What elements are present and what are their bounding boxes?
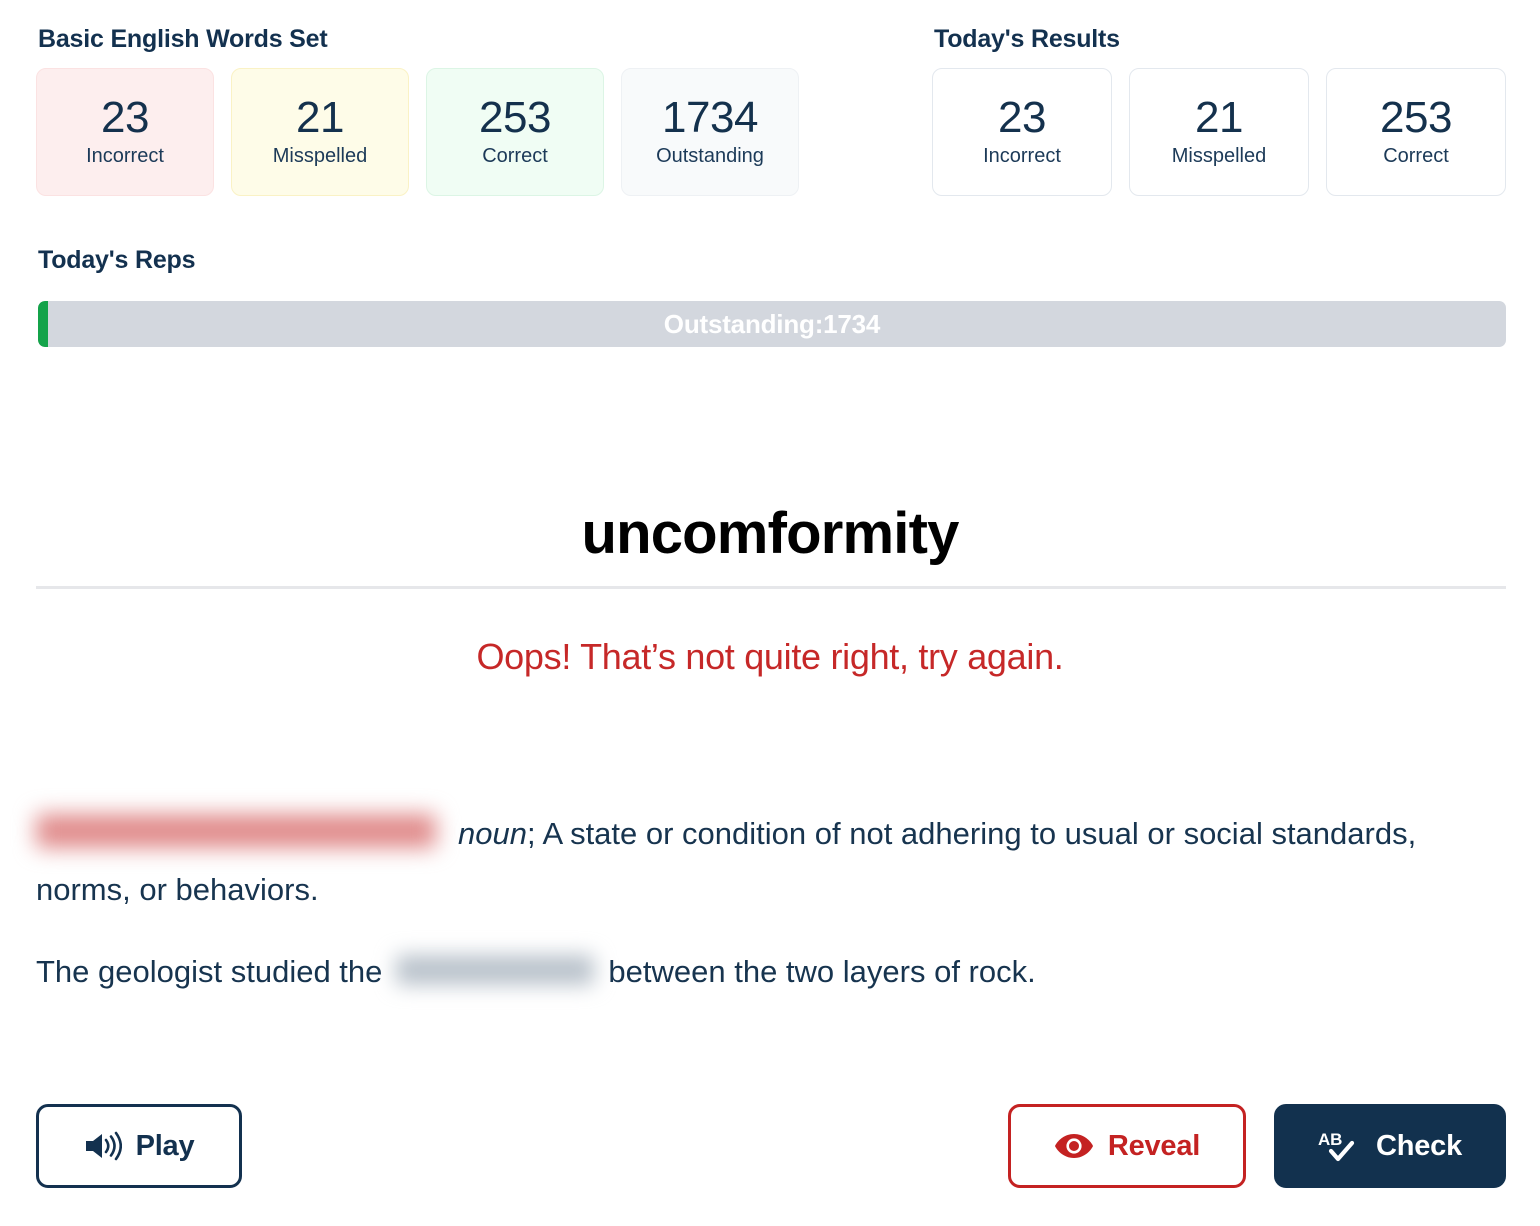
reps-title: Today's Reps — [38, 246, 196, 274]
results-panel-title: Today's Results — [934, 25, 1120, 53]
result-card-misspelled: 21 Misspelled — [1129, 67, 1309, 196]
stat-value: 253 — [1380, 93, 1452, 143]
stat-label: Outstanding — [656, 144, 764, 167]
target-word: uncomformity — [581, 501, 959, 566]
set-panel-title: Basic English Words Set — [38, 25, 328, 53]
stat-value: 253 — [479, 93, 551, 143]
stat-card-outstanding: 1734 Outstanding — [621, 67, 799, 196]
stat-value: 1734 — [662, 93, 758, 143]
stat-card-incorrect: 23 Incorrect — [36, 67, 214, 196]
feedback-message: Oops! That’s not quite right, try again. — [476, 636, 1064, 677]
stat-label: Correct — [482, 144, 548, 167]
check-button[interactable]: AB Check — [1274, 1104, 1506, 1188]
stat-card-misspelled: 21 Misspelled — [231, 67, 409, 196]
set-stats-panel: Basic English Words Set 23 Incorrect 21 … — [36, 25, 799, 196]
reps-progress-label: Outstanding:1734 — [663, 308, 881, 339]
play-button[interactable]: Play — [36, 1104, 242, 1188]
eye-icon — [1054, 1132, 1094, 1160]
results-stat-cards: 23 Incorrect 21 Misspelled 253 Correct — [932, 67, 1506, 196]
today-results-panel: Today's Results 23 Incorrect 21 Misspell… — [932, 25, 1506, 196]
play-button-label: Play — [135, 1129, 195, 1162]
result-card-incorrect: 23 Incorrect — [932, 67, 1112, 196]
stat-card-correct: 253 Correct — [426, 67, 604, 196]
reveal-button-label: Reveal — [1107, 1129, 1201, 1162]
hidden-answer-blur — [396, 955, 595, 985]
result-card-correct: 253 Correct — [1326, 67, 1506, 196]
check-button-label: Check — [1375, 1129, 1463, 1162]
spelling-practice-page: Basic English Words Set 23 Incorrect 21 … — [0, 0, 1540, 1226]
set-stat-cards: 23 Incorrect 21 Misspelled 253 Correct 1… — [36, 67, 799, 196]
stat-label: Misspelled — [272, 144, 368, 167]
divider — [36, 586, 1506, 589]
reveal-button[interactable]: Reveal — [1008, 1104, 1246, 1188]
stat-value: 21 — [296, 93, 344, 143]
stat-label: Incorrect — [86, 144, 164, 167]
definition-block: noun; A state or condition of not adheri… — [36, 806, 1496, 919]
stat-value: 23 — [101, 93, 149, 143]
hidden-word-blur — [36, 814, 436, 848]
stat-label: Incorrect — [983, 144, 1061, 167]
stat-label: Correct — [1383, 144, 1449, 167]
example-sentence: The geologist studied the between the two… — [36, 952, 1496, 992]
stats-row: Basic English Words Set 23 Incorrect 21 … — [36, 25, 1506, 196]
svg-text:AB: AB — [1318, 1130, 1342, 1149]
stat-value: 23 — [998, 93, 1046, 143]
spellcheck-icon: AB — [1318, 1128, 1362, 1164]
stat-value: 21 — [1195, 93, 1243, 143]
speaker-icon — [84, 1131, 122, 1161]
example-text-before: The geologist studied the — [36, 954, 383, 989]
reps-progress-bar: Outstanding:1734 — [38, 301, 1506, 347]
part-of-speech: noun — [458, 816, 527, 851]
stat-label: Misspelled — [1171, 144, 1267, 167]
example-text-after: between the two layers of rock. — [608, 954, 1036, 989]
